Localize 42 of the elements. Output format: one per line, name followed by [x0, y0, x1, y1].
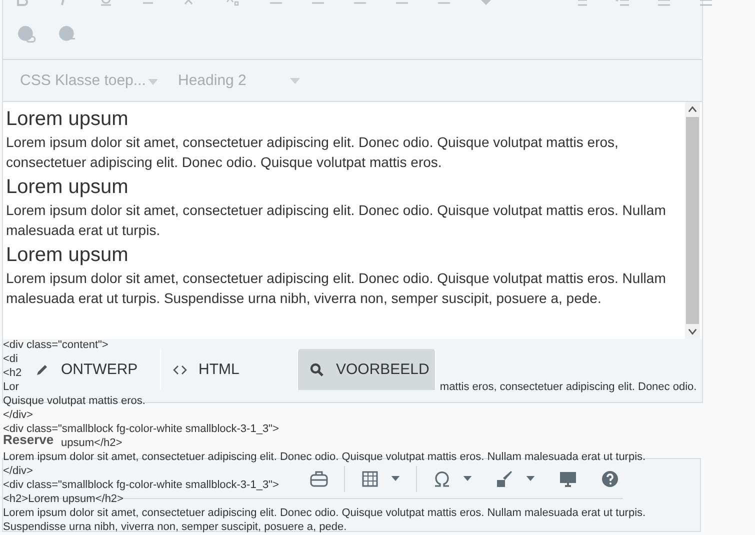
code-line: mattis eros, consectetuer adipiscing elit. Donec odio. [440, 380, 697, 394]
scroll-up-icon[interactable] [688, 106, 697, 112]
code-icon [172, 362, 186, 376]
code-line: <h2>Lorem upsum</h2> [3, 492, 124, 506]
scrollbar[interactable] [685, 102, 700, 339]
suitcase-icon[interactable] [310, 470, 328, 488]
section-label: Reserve [3, 432, 54, 448]
code-line: </div> [3, 464, 33, 478]
omega-icon[interactable] [433, 470, 451, 488]
code-line: <div class="smallblock fg-color-white smallblock-3-1_3"> [3, 478, 279, 492]
code-line: upsum</h2> [61, 436, 122, 450]
heading-text: Lorem upsum [6, 107, 130, 132]
caret-icon[interactable] [526, 476, 535, 481]
globe-link-icon[interactable] [17, 24, 36, 44]
brush-icon[interactable] [496, 470, 514, 488]
code-line: Lorem ipsum dolor sit amet, consectetuer adipiscing elit. Donec odio. Quisque volutpat mattis eros. Nullam malesuada erat ut turpis. [3, 450, 646, 464]
caret-icon [290, 78, 300, 84]
paragraph-text: Lorem ipsum dolor sit amet, consectetuer adipiscing elit. Donec odio. Quisque volutpat mattis eros. Nullam malesuada erat ut turpis. [6, 201, 667, 240]
code-line: Lorem ipsum dolor sit amet, consectetuer adipiscing elit. Donec odio. Quisque volutpat mattis eros. Nullam malesuada erat ut turpis. [3, 506, 646, 520]
caret-icon[interactable] [391, 476, 400, 481]
code-line: <div class="content"> [3, 338, 108, 352]
code-line: <div class="smallblock fg-color-white smallblock-3-1_3"> [3, 422, 279, 435]
code-line: Quisque volutpat mattis eros. [3, 394, 146, 408]
code-line: </div> [3, 408, 33, 422]
heading-text: Lorem upsum [6, 243, 130, 268]
caret-icon[interactable] [463, 476, 472, 481]
mode-tab[interactable]: VOORBEELD [298, 349, 436, 390]
heading-text: Lorem upsum [6, 175, 130, 200]
code-line: Lor [3, 380, 19, 394]
scroll-down-icon[interactable] [688, 329, 697, 335]
search-icon [310, 362, 324, 376]
monitor-icon[interactable] [559, 470, 577, 488]
globe-unlink-icon[interactable] [58, 24, 77, 44]
code-line: Suspendisse urna nibh, viverra non, semper suscipit, posuere a, pede. [3, 520, 347, 534]
code-line: <h2 [3, 366, 22, 380]
code-line: <di [3, 352, 18, 366]
pencil-icon [35, 362, 49, 376]
paragraph-text: Lorem ipsum dolor sit amet, consectetuer adipiscing elit. Donec odio. Quisque volutpat mattis eros, consectetuer adipiscing elit. Donec odio. Quisque volutpat mattis eros. [6, 133, 620, 172]
caret-icon [148, 79, 158, 85]
help-icon[interactable] [601, 470, 619, 488]
table-icon[interactable] [361, 470, 379, 488]
paragraph-text: Lorem ipsum dolor sit amet, consectetuer adipiscing elit. Donec odio. Quisque volutpat mattis eros. Nullam malesuada erat ut turpis. Suspendisse urna nibh, viverra non, semper suscipit, posuere a, pede. [6, 269, 667, 308]
